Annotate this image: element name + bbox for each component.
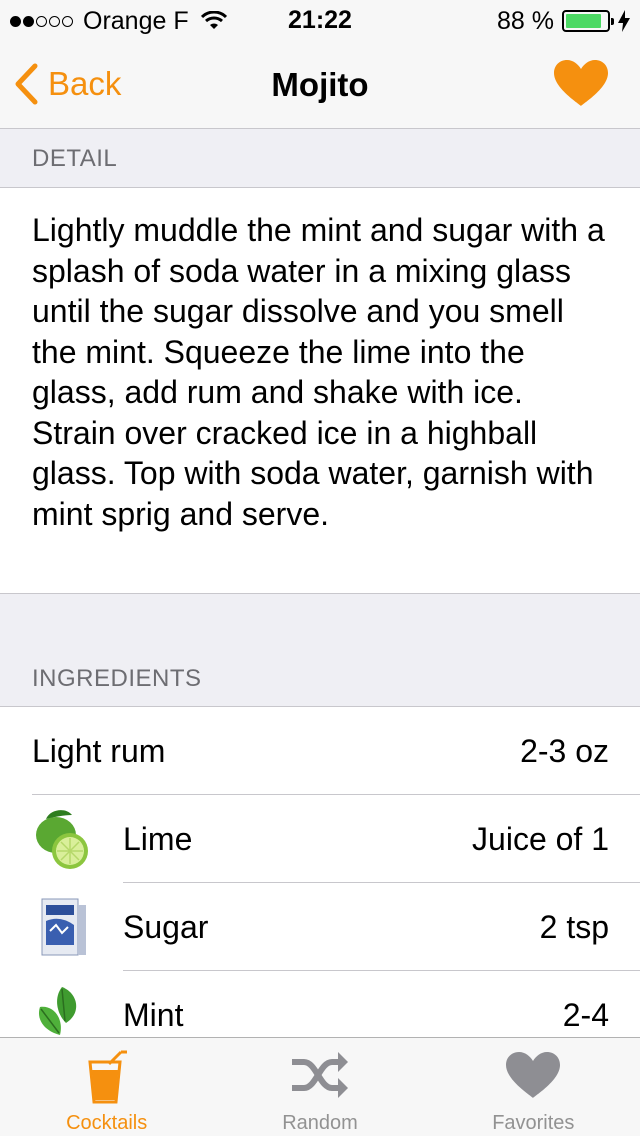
status-bar-right: 88 %: [497, 6, 630, 36]
tab-random[interactable]: Random: [213, 1038, 426, 1136]
lime-image: [36, 810, 88, 869]
ingredient-row-sugar[interactable]: Sugar 2 tsp: [0, 883, 640, 971]
battery-icon: [562, 10, 614, 32]
ingredient-name: Lime: [123, 820, 193, 857]
ingredients-list: Light rum 2-3 oz Lime Juice of 1 Sugar 2…: [0, 707, 640, 1037]
sugar-box-image: [41, 898, 86, 956]
navigation-bar: Back Mojito: [0, 40, 640, 129]
tab-cocktails[interactable]: Cocktails: [0, 1038, 213, 1136]
tab-favorites[interactable]: Favorites: [427, 1038, 640, 1136]
ingredient-name: Sugar: [123, 908, 209, 945]
heart-icon: [554, 60, 608, 106]
ingredient-name: Light rum: [32, 732, 166, 769]
ingredient-quantity: Juice of 1: [472, 820, 609, 857]
ingredient-quantity: 2 tsp: [539, 908, 609, 945]
tab-label: Random: [282, 1112, 358, 1134]
detail-section-header: DETAIL: [0, 130, 640, 188]
ingredient-row-mint[interactable]: Mint 2-4: [0, 971, 640, 1037]
ingredients-section-header: INGREDIENTS: [0, 650, 640, 707]
charging-bolt-icon: [618, 10, 630, 32]
tab-label: Favorites: [492, 1112, 575, 1134]
mint-leaves-image: [38, 987, 77, 1035]
tab-label: Cocktails: [66, 1112, 148, 1134]
battery-percent: 88 %: [497, 6, 554, 35]
cocktail-glass-icon: [87, 1050, 127, 1104]
battery-level: [566, 14, 602, 28]
ingredient-row-light-rum[interactable]: Light rum 2-3 oz: [0, 707, 640, 795]
shuffle-icon: [291, 1052, 348, 1098]
status-bar: Orange F 21:22 88 %: [0, 0, 640, 40]
heart-icon: [506, 1052, 561, 1098]
ingredient-quantity: 2-4: [562, 996, 609, 1033]
ingredient-row-lime[interactable]: Lime Juice of 1: [0, 795, 640, 883]
favorite-button[interactable]: [552, 58, 610, 113]
ingredient-quantity: 2-3 oz: [520, 732, 609, 769]
tab-bar: Cocktails Random Favorites: [0, 1037, 640, 1136]
ingredient-name: Mint: [123, 996, 184, 1033]
recipe-instructions: Lightly muddle the mint and sugar with a…: [0, 188, 640, 594]
page-title: Mojito: [271, 66, 369, 103]
